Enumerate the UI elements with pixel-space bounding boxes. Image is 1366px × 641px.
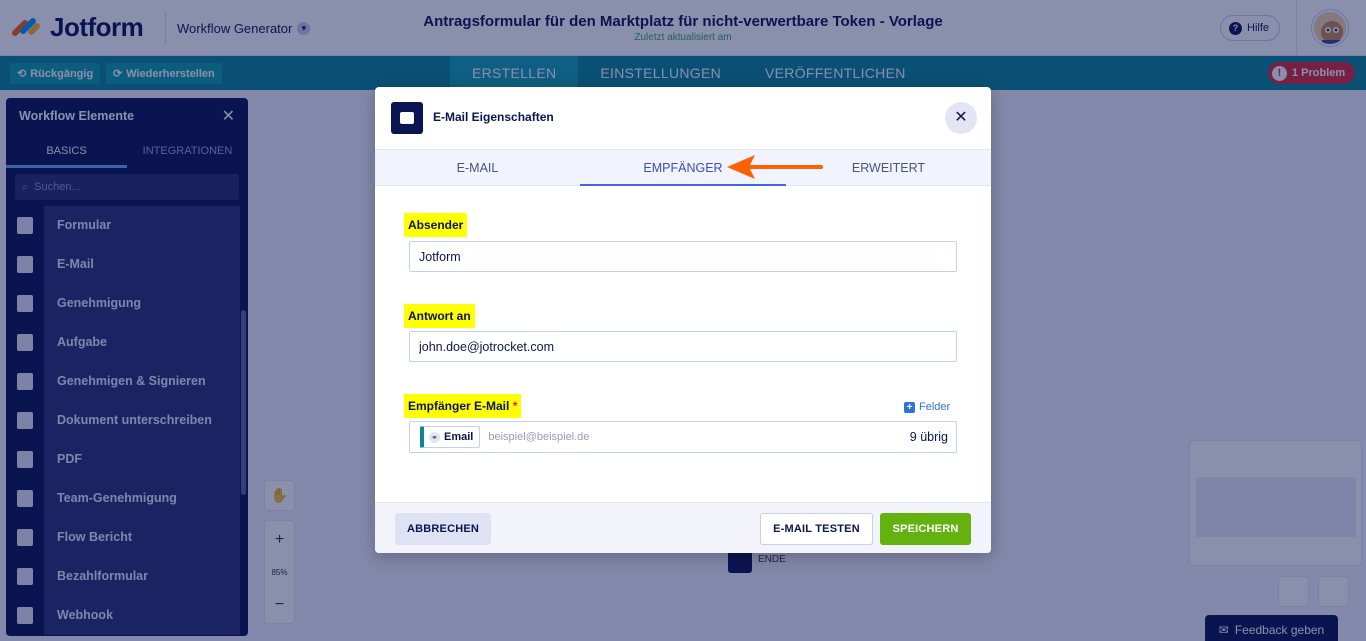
recipient-placeholder: beispiel@beispiel.de bbox=[488, 431, 590, 443]
recipient-email-label: Empfänger E-Mail * bbox=[404, 394, 522, 418]
modal-tabs: E-MAIL EMPFÄNGER ERWEITERT bbox=[375, 149, 991, 186]
modal-header: E-Mail Eigenschaften ✕ bbox=[375, 87, 991, 149]
sender-input[interactable] bbox=[409, 241, 957, 272]
link-icon: ⚭ bbox=[429, 431, 440, 443]
email-properties-modal: E-Mail Eigenschaften ✕ E-MAIL EMPFÄNGER … bbox=[375, 87, 991, 553]
reply-to-input[interactable] bbox=[409, 331, 957, 362]
recipient-remaining-count: 9 übrig bbox=[909, 430, 948, 444]
required-asterisk: * bbox=[512, 399, 518, 413]
recipient-tag-label: Email bbox=[444, 431, 474, 443]
tab-email[interactable]: E-MAIL bbox=[375, 150, 580, 186]
close-icon: ✕ bbox=[954, 109, 968, 126]
plus-icon: + bbox=[904, 401, 915, 413]
modal-title: E-Mail Eigenschaften bbox=[433, 110, 554, 124]
modal-footer: ABBRECHEN E-MAIL TESTEN SPEICHERN bbox=[375, 502, 991, 553]
save-button[interactable]: SPEICHERN bbox=[880, 513, 971, 545]
recipient-email-input[interactable]: ⚭ Email beispiel@beispiel.de 9 übrig bbox=[409, 421, 957, 453]
recipient-label-text: Empfänger E-Mail bbox=[408, 399, 510, 413]
cancel-button[interactable]: ABBRECHEN bbox=[395, 513, 491, 545]
email-properties-icon bbox=[391, 102, 423, 134]
annotation-arrow-icon bbox=[727, 155, 823, 179]
close-modal-button[interactable]: ✕ bbox=[945, 102, 977, 134]
test-email-button[interactable]: E-MAIL TESTEN bbox=[760, 513, 873, 545]
recipient-tag[interactable]: ⚭ Email bbox=[420, 426, 481, 448]
sender-label: Absender bbox=[404, 213, 468, 237]
fields-link-label: Felder bbox=[919, 401, 951, 413]
add-fields-link[interactable]: + Felder bbox=[904, 401, 950, 413]
reply-to-label: Antwort an bbox=[404, 304, 475, 328]
